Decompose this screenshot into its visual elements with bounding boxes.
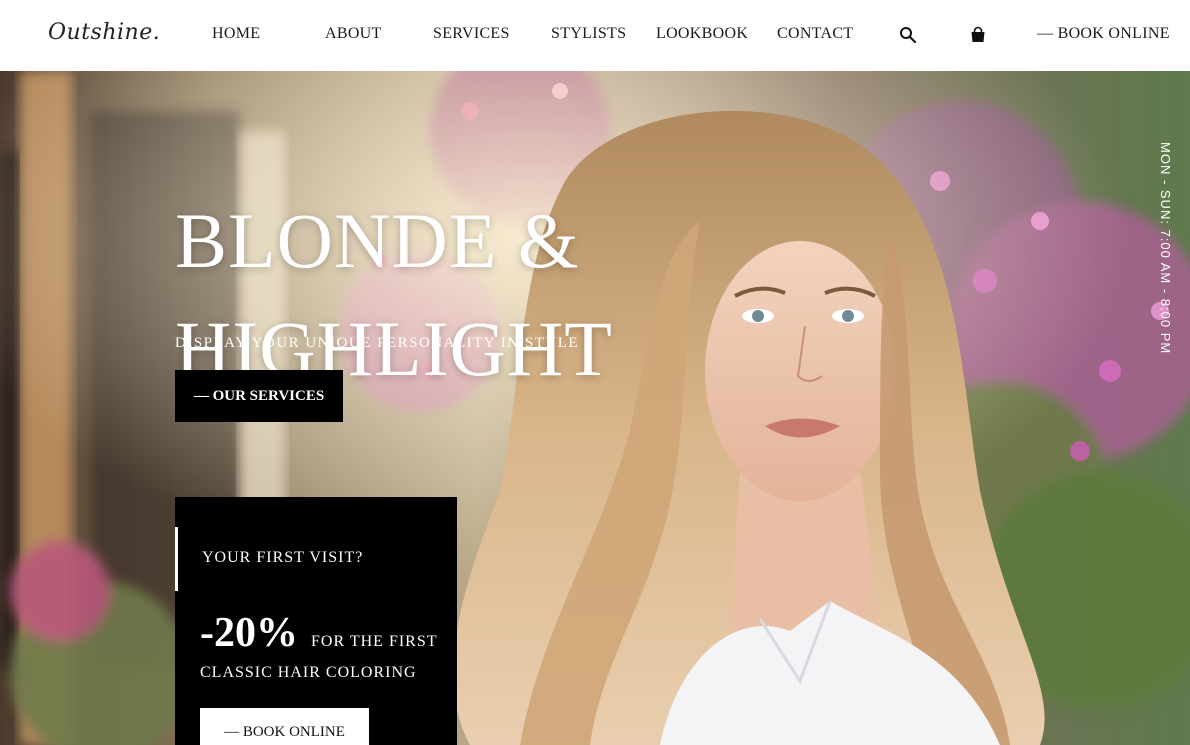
- promo-question: YOUR FIRST VISIT?: [202, 549, 364, 566]
- nav-home[interactable]: HOME: [212, 25, 260, 43]
- hero-title-line-1: BLONDE &: [175, 197, 580, 284]
- our-services-button[interactable]: — OUR SERVICES: [175, 370, 343, 422]
- shopping-bag-icon[interactable]: [969, 26, 987, 44]
- first-visit-promo: YOUR FIRST VISIT? -20% FOR THE FIRST CLA…: [175, 497, 457, 745]
- promo-accent-bar: [175, 527, 178, 591]
- nav-about[interactable]: ABOUT: [325, 25, 382, 43]
- opening-hours: MON - SUN: 7:00 AM - 8:00 PM: [1158, 142, 1173, 355]
- promo-for-first: FOR THE FIRST: [311, 633, 438, 650]
- logo[interactable]: Outshine.: [48, 20, 160, 45]
- promo-book-online-button[interactable]: — BOOK ONLINE: [200, 708, 369, 745]
- search-icon[interactable]: [899, 26, 917, 44]
- book-online-link[interactable]: — BOOK ONLINE: [1037, 25, 1170, 43]
- nav-services[interactable]: SERVICES: [433, 25, 510, 43]
- promo-service: CLASSIC HAIR COLORING: [200, 664, 417, 681]
- nav-lookbook[interactable]: LOOKBOOK: [656, 25, 748, 43]
- promo-discount: -20%: [200, 610, 298, 656]
- hero-subtitle: DISPLAY YOUR UNIQUE PERSONALITY IN STYLE: [175, 335, 580, 351]
- site-header: Outshine. HOME ABOUT SERVICES STYLISTS L…: [0, 0, 1190, 71]
- nav-contact[interactable]: CONTACT: [777, 25, 853, 43]
- nav-stylists[interactable]: STYLISTS: [551, 25, 626, 43]
